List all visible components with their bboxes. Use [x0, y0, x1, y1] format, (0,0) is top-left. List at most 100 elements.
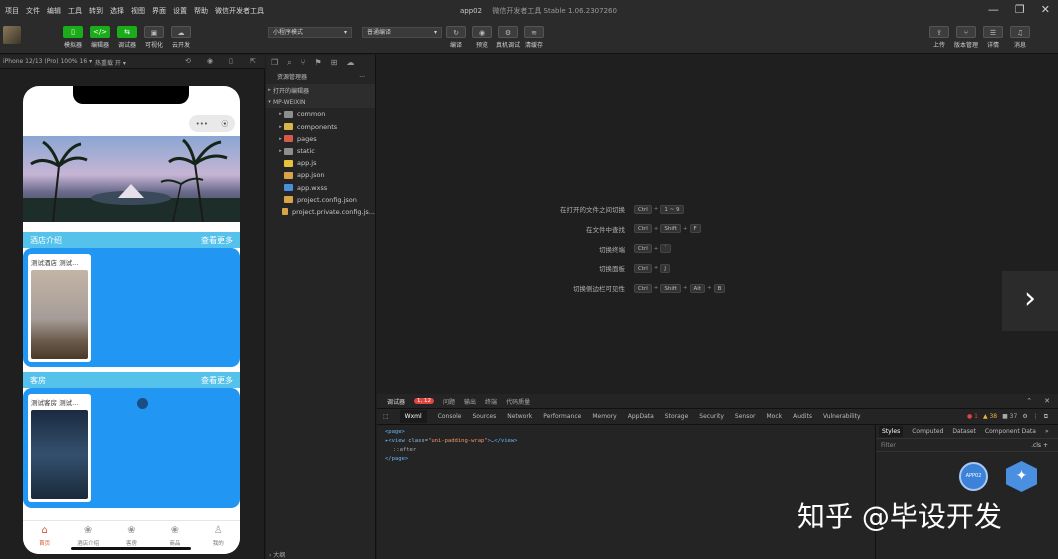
cls-toggle[interactable]: .cls +: [1031, 439, 1048, 452]
extensions-icon[interactable]: ⊞: [331, 58, 338, 68]
folder-item[interactable]: ▸ components: [266, 121, 375, 133]
menu-item[interactable]: 选择: [110, 6, 124, 16]
inspect-icon[interactable]: ⬚: [383, 413, 389, 420]
view-more-link[interactable]: 查看更多: [201, 235, 233, 246]
cloud-button[interactable]: ☁ 云开发: [168, 26, 194, 49]
folder-item[interactable]: ▸ common: [266, 108, 375, 120]
menu-item[interactable]: 界面: [152, 6, 166, 16]
folder-item[interactable]: ▸ static: [266, 145, 375, 157]
phone-icon[interactable]: ▯: [229, 57, 233, 65]
styles-tab[interactable]: »: [1045, 428, 1049, 435]
visual-button[interactable]: ▣ 可视化: [141, 26, 167, 49]
record-icon[interactable]: ◉: [207, 57, 213, 65]
styles-tab[interactable]: Computed: [912, 428, 943, 435]
chevron-up-icon[interactable]: ⌃: [1026, 397, 1032, 405]
eye-button[interactable]: ◉ 预览: [469, 26, 495, 49]
files-icon[interactable]: ❐: [271, 58, 278, 68]
styles-tab[interactable]: Component Data: [985, 428, 1036, 435]
devtools-tab-vulnerability[interactable]: Vulnerability: [823, 413, 861, 420]
hotel-card[interactable]: 测试酒店 测试...: [28, 254, 91, 362]
panel-tab[interactable]: 问题: [443, 397, 455, 406]
menu-item[interactable]: 转到: [89, 6, 103, 16]
devtools-tab-network[interactable]: Network: [507, 413, 532, 420]
file-item[interactable]: app.wxss: [266, 182, 375, 194]
file-item[interactable]: app.json: [266, 169, 375, 181]
file-item[interactable]: app.js: [266, 157, 375, 169]
mini-program-capsule[interactable]: ••• ⦿: [189, 115, 235, 132]
cloud-icon[interactable]: ☁: [346, 58, 354, 68]
close-icon[interactable]: ✕: [1041, 3, 1050, 16]
debug-icon[interactable]: ⚑: [314, 58, 321, 68]
dom-node-view[interactable]: ▸<view class="uni-padding-wrap">…</view>: [385, 437, 867, 446]
view-more-link[interactable]: 查看更多: [201, 375, 233, 386]
styles-tab[interactable]: Styles: [879, 426, 904, 437]
devtools-tab-appdata[interactable]: AppData: [628, 413, 654, 420]
devtools-tab-wxml[interactable]: Wxml: [399, 410, 427, 423]
open-editors-group[interactable]: ▸ 打开的编辑器: [266, 84, 375, 97]
minimize-icon[interactable]: —: [988, 3, 999, 16]
folder-item[interactable]: ▸ pages: [266, 133, 375, 145]
gear-icon[interactable]: ⚙: [1022, 413, 1027, 421]
menu-item[interactable]: 项目: [5, 6, 19, 16]
outline-section[interactable]: › 大纲: [269, 550, 285, 559]
dock-icon[interactable]: ⧉: [1044, 413, 1048, 421]
mode-select[interactable]: 小程序模式 ▾: [268, 27, 352, 38]
panel-tab[interactable]: 输出: [464, 397, 476, 406]
device-select[interactable]: iPhone 12/13 (Pro) 100% 16 ▾: [3, 58, 92, 65]
debug-button[interactable]: ⇆ 调试器: [114, 26, 140, 49]
more-icon[interactable]: ···: [359, 71, 365, 84]
version-button[interactable]: ⑂ 版本管理: [953, 26, 979, 49]
menu-item[interactable]: 设置: [173, 6, 187, 16]
capsule-close-icon[interactable]: ⦿: [221, 119, 228, 129]
menu-item[interactable]: 帮助: [194, 6, 208, 16]
devtools-tab-storage[interactable]: Storage: [665, 413, 688, 420]
hot-reload-toggle[interactable]: 热重载 开 ▾: [95, 58, 126, 67]
tab-4[interactable]: ♙ 我的: [198, 521, 238, 554]
styles-filter-input[interactable]: Filter .cls +: [876, 439, 1058, 452]
devtools-tab-sources[interactable]: Sources: [473, 413, 497, 420]
devtools-tab-sensor[interactable]: Sensor: [735, 413, 756, 420]
menu-item[interactable]: 视图: [131, 6, 145, 16]
menu-item[interactable]: 微信开发者工具: [215, 6, 264, 16]
more-dots-icon[interactable]: •••: [196, 120, 208, 128]
menu-item[interactable]: 文件: [26, 6, 40, 16]
styles-tab[interactable]: Dataset: [952, 428, 976, 435]
devtools-tab-performance[interactable]: Performance: [543, 413, 581, 420]
close-icon[interactable]: ✕: [1044, 397, 1050, 405]
room-card[interactable]: 测试客房 测试...: [28, 394, 91, 502]
phone-button[interactable]: ▯ 模拟器: [60, 26, 86, 49]
device-button[interactable]: ⚙ 真机调试: [495, 26, 521, 49]
chevron-right-icon[interactable]: ›: [1002, 271, 1058, 331]
details-button[interactable]: ☰ 详情: [980, 26, 1006, 49]
upload-button[interactable]: ⇪ 上传: [926, 26, 952, 49]
search-icon[interactable]: ⌕: [287, 58, 291, 68]
panel-tab[interactable]: 代码质量: [506, 397, 530, 406]
refresh-button[interactable]: ↻ 编译: [443, 26, 469, 49]
devtools-tab-memory[interactable]: Memory: [592, 413, 616, 420]
hero-banner-image[interactable]: [23, 136, 240, 222]
bell-button[interactable]: ♫ 消息: [1007, 26, 1033, 49]
panel-tab[interactable]: 调试器: [387, 397, 405, 406]
more-icon[interactable]: ⋮: [1033, 413, 1039, 421]
devtools-tab-mock[interactable]: Mock: [767, 413, 783, 420]
panel-tab[interactable]: 终端: [485, 397, 497, 406]
devtools-tab-security[interactable]: Security: [699, 413, 724, 420]
devtools-tab-audits[interactable]: Audits: [793, 413, 812, 420]
popout-icon[interactable]: ⇱: [250, 57, 256, 65]
devtools-tab-console[interactable]: Console: [438, 413, 462, 420]
code-button[interactable]: </> 编辑器: [87, 26, 113, 49]
menu-item[interactable]: 编辑: [47, 6, 61, 16]
file-item[interactable]: project.private.config.js...: [266, 206, 375, 218]
dom-node-page[interactable]: <page>: [385, 428, 867, 437]
source-control-icon[interactable]: ⑂: [301, 58, 306, 68]
menu-item[interactable]: 工具: [68, 6, 82, 16]
tab-0[interactable]: ⌂ 首页: [25, 521, 65, 554]
file-item[interactable]: project.config.json: [266, 194, 375, 206]
rotate-icon[interactable]: ⟲: [185, 57, 191, 65]
avatar[interactable]: [3, 26, 21, 44]
compile-select[interactable]: 普通编译 ▾: [362, 27, 442, 38]
dom-node-after[interactable]: ::after: [385, 446, 867, 455]
maximize-icon[interactable]: ❐: [1015, 3, 1025, 16]
project-group[interactable]: ▾ MP-WEIXIN: [266, 96, 375, 109]
layers-button[interactable]: ≋ 清缓存: [521, 26, 547, 49]
